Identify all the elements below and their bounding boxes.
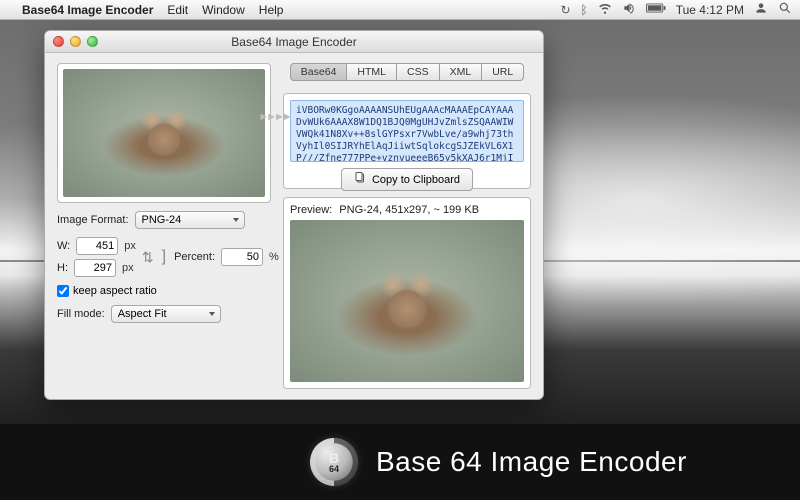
wifi-icon[interactable]	[598, 1, 612, 18]
volume-icon[interactable]	[622, 1, 636, 18]
left-panel: Image Format: PNG-24 W: px H:	[45, 53, 279, 399]
user-icon[interactable]	[754, 1, 768, 18]
source-image	[63, 69, 265, 197]
menu-bar: Base64 Image Encoder Edit Window Help ↻ …	[0, 0, 800, 20]
app-window: Base64 Image Encoder Image Format: PNG-2…	[44, 30, 544, 400]
percent-unit: %	[269, 251, 279, 263]
spotlight-icon[interactable]	[778, 1, 792, 18]
tab-xml[interactable]: XML	[439, 63, 483, 81]
preview-box: Preview: PNG-24, 451x297, ~ 199 KB	[283, 197, 531, 389]
width-label: W:	[57, 240, 70, 252]
menu-clock[interactable]: Tue 4:12 PM	[676, 3, 744, 17]
keep-aspect-checkbox[interactable]	[57, 285, 69, 297]
bluetooth-icon[interactable]: ᛒ	[581, 3, 588, 17]
keep-aspect-checkbox-row[interactable]: keep aspect ratio	[57, 285, 271, 297]
menu-help[interactable]: Help	[259, 3, 284, 17]
copy-to-clipboard-button[interactable]: Copy to Clipboard	[341, 168, 473, 191]
image-format-label: Image Format:	[57, 214, 129, 226]
close-button[interactable]	[53, 36, 64, 47]
window-title: Base64 Image Encoder	[231, 35, 356, 49]
height-label: H:	[57, 262, 68, 274]
banner-title: Base 64 Image Encoder	[376, 446, 687, 478]
image-format-select[interactable]: PNG-24	[135, 211, 245, 229]
encoded-output[interactable]: iVBORw0KGgoAAAANSUhEUgAAAcMAAAEpCAYAAADv…	[290, 100, 524, 162]
copy-button-label: Copy to Clipboard	[372, 174, 460, 186]
link-dimensions-icon[interactable]: ⇅	[142, 249, 154, 266]
percent-label: Percent:	[174, 251, 215, 263]
arrow-right-icon: ►►►►	[258, 111, 290, 123]
menu-app-name[interactable]: Base64 Image Encoder	[22, 3, 153, 17]
height-input[interactable]	[74, 259, 116, 277]
keep-aspect-label: keep aspect ratio	[73, 285, 157, 297]
width-unit: px	[124, 240, 136, 252]
tab-css[interactable]: CSS	[396, 63, 440, 81]
arrow-indicator: ►►►►	[265, 111, 283, 123]
right-panel: Base64 HTML CSS XML URL iVBORw0KGgoAAAAN…	[279, 53, 543, 399]
minimize-button[interactable]	[70, 36, 81, 47]
preview-label-prefix: Preview:	[290, 204, 332, 216]
fill-mode-label: Fill mode:	[57, 308, 105, 320]
bracket-icon: ]	[160, 248, 168, 266]
menu-edit[interactable]: Edit	[167, 3, 188, 17]
width-input[interactable]	[76, 237, 118, 255]
tab-url[interactable]: URL	[481, 63, 524, 81]
tab-base64[interactable]: Base64	[290, 63, 348, 81]
fill-mode-select[interactable]: Aspect Fit	[111, 305, 221, 323]
menu-window[interactable]: Window	[202, 3, 245, 17]
timemachine-icon[interactable]: ↻	[560, 3, 570, 17]
zoom-button[interactable]	[87, 36, 98, 47]
window-titlebar[interactable]: Base64 Image Encoder	[45, 31, 543, 53]
product-banner: B 64 Base 64 Image Encoder	[0, 424, 800, 500]
output-box: iVBORw0KGgoAAAANSUhEUgAAAcMAAAEpCAYAAADv…	[283, 93, 531, 189]
preview-meta: PNG-24, 451x297, ~ 199 KB	[339, 204, 479, 216]
percent-input[interactable]	[221, 248, 263, 266]
source-image-well[interactable]	[57, 63, 271, 203]
product-logo: B 64	[310, 438, 358, 486]
preview-image	[290, 220, 524, 382]
logo-number: 64	[329, 465, 339, 474]
clipboard-icon	[354, 172, 366, 187]
tab-html[interactable]: HTML	[346, 63, 397, 81]
battery-icon[interactable]	[646, 2, 666, 17]
height-unit: px	[122, 262, 134, 274]
output-format-tabs: Base64 HTML CSS XML URL	[283, 63, 531, 81]
